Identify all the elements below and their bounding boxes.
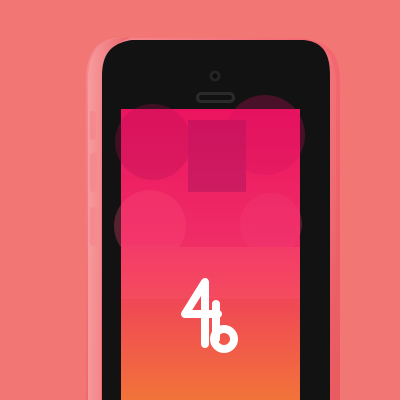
product-mockup-scene (0, 0, 400, 400)
pattern-block-lower (121, 247, 300, 299)
front-camera-lens (212, 73, 218, 79)
phone-mockup (86, 38, 340, 400)
volume-up-button (90, 153, 97, 192)
pattern-block-center (188, 120, 246, 192)
pattern-circle-top-left (115, 104, 191, 180)
volume-down-button (90, 207, 97, 246)
pattern-circle-middle-right (240, 193, 302, 255)
mute-switch (90, 111, 96, 140)
speaker-grille-inner (199, 95, 232, 100)
